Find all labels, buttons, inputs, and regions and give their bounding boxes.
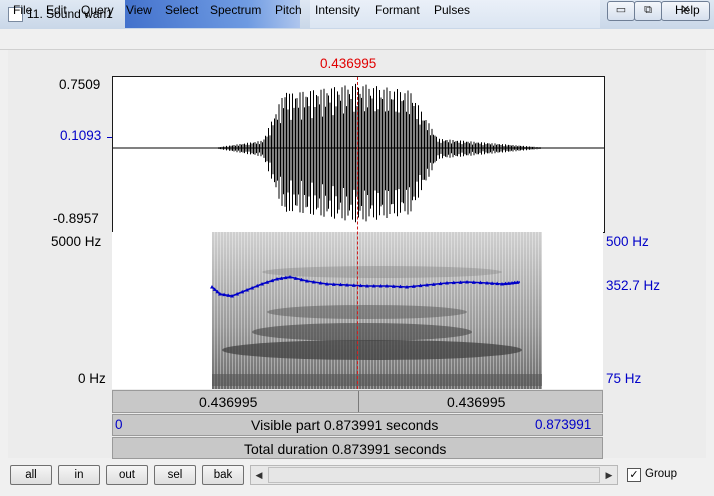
waveform-cursor-tick (107, 137, 112, 138)
time-bar-left-value: 0.436995 (199, 394, 258, 410)
menu-select[interactable]: Select (165, 3, 198, 17)
waveform-panel[interactable] (112, 76, 605, 233)
visible-end-value: 0.873991 (535, 417, 592, 432)
scrollbar-thumb[interactable] (268, 467, 600, 483)
zoom-in-button[interactable]: in (58, 465, 100, 485)
scroll-right-arrow-icon[interactable]: ▶ (601, 466, 617, 484)
zoom-out-button[interactable]: out (106, 465, 148, 485)
group-checkbox[interactable]: ✓ (627, 468, 641, 482)
cursor-time-label: 0.436995 (320, 56, 377, 71)
visible-part-text: Visible part 0.873991 seconds (251, 417, 439, 433)
menu-intensity[interactable]: Intensity (315, 3, 360, 17)
pitch-cursor-label: 352.7 Hz (606, 278, 661, 293)
waveform-cursor-value-label: 0.1093 (60, 128, 102, 143)
menu-pulses[interactable]: Pulses (434, 3, 470, 17)
zoom-selection-button[interactable]: sel (154, 465, 196, 485)
waveform-graphic (113, 83, 604, 223)
zoom-all-button[interactable]: all (10, 465, 52, 485)
visible-part-bar[interactable]: 0 Visible part 0.873991 seconds 0.873991 (112, 414, 603, 436)
menu-file[interactable]: File (13, 3, 32, 17)
spectrogram-freq-top-label: 5000 Hz (51, 234, 102, 249)
waveform-max-label: 0.7509 (59, 77, 101, 92)
time-cursor-line (357, 77, 358, 389)
scroll-left-arrow-icon[interactable]: ◀ (251, 466, 267, 484)
zoom-back-button[interactable]: bak (202, 465, 244, 485)
spectrogram-freq-bottom-label: 0 Hz (78, 371, 106, 386)
pitch-top-label: 500 Hz (606, 234, 649, 249)
menu-edit[interactable]: Edit (46, 3, 67, 17)
menu-bar (0, 29, 714, 50)
cursor-time-bar[interactable]: 0.436995 0.436995 (112, 390, 603, 413)
visible-start-value: 0 (115, 417, 123, 432)
menu-pitch[interactable]: Pitch (275, 3, 302, 17)
maximize-button[interactable]: ⧉ (634, 1, 662, 21)
total-duration-text: Total duration 0.873991 seconds (244, 441, 447, 457)
group-label: Group (645, 468, 677, 480)
waveform-min-label: -0.8957 (53, 211, 99, 226)
menu-formant[interactable]: Formant (375, 3, 420, 17)
menu-query[interactable]: Query (81, 3, 114, 17)
menu-help[interactable]: Help (675, 3, 700, 17)
time-bar-right-value: 0.436995 (447, 394, 506, 410)
menu-spectrum[interactable]: Spectrum (210, 3, 261, 17)
cursor-split (358, 391, 359, 412)
pitch-bottom-label: 75 Hz (606, 371, 642, 386)
total-duration-bar[interactable]: Total duration 0.873991 seconds (112, 437, 603, 459)
minimize-button[interactable]: ▭ (607, 1, 635, 21)
menu-view[interactable]: View (126, 3, 152, 17)
